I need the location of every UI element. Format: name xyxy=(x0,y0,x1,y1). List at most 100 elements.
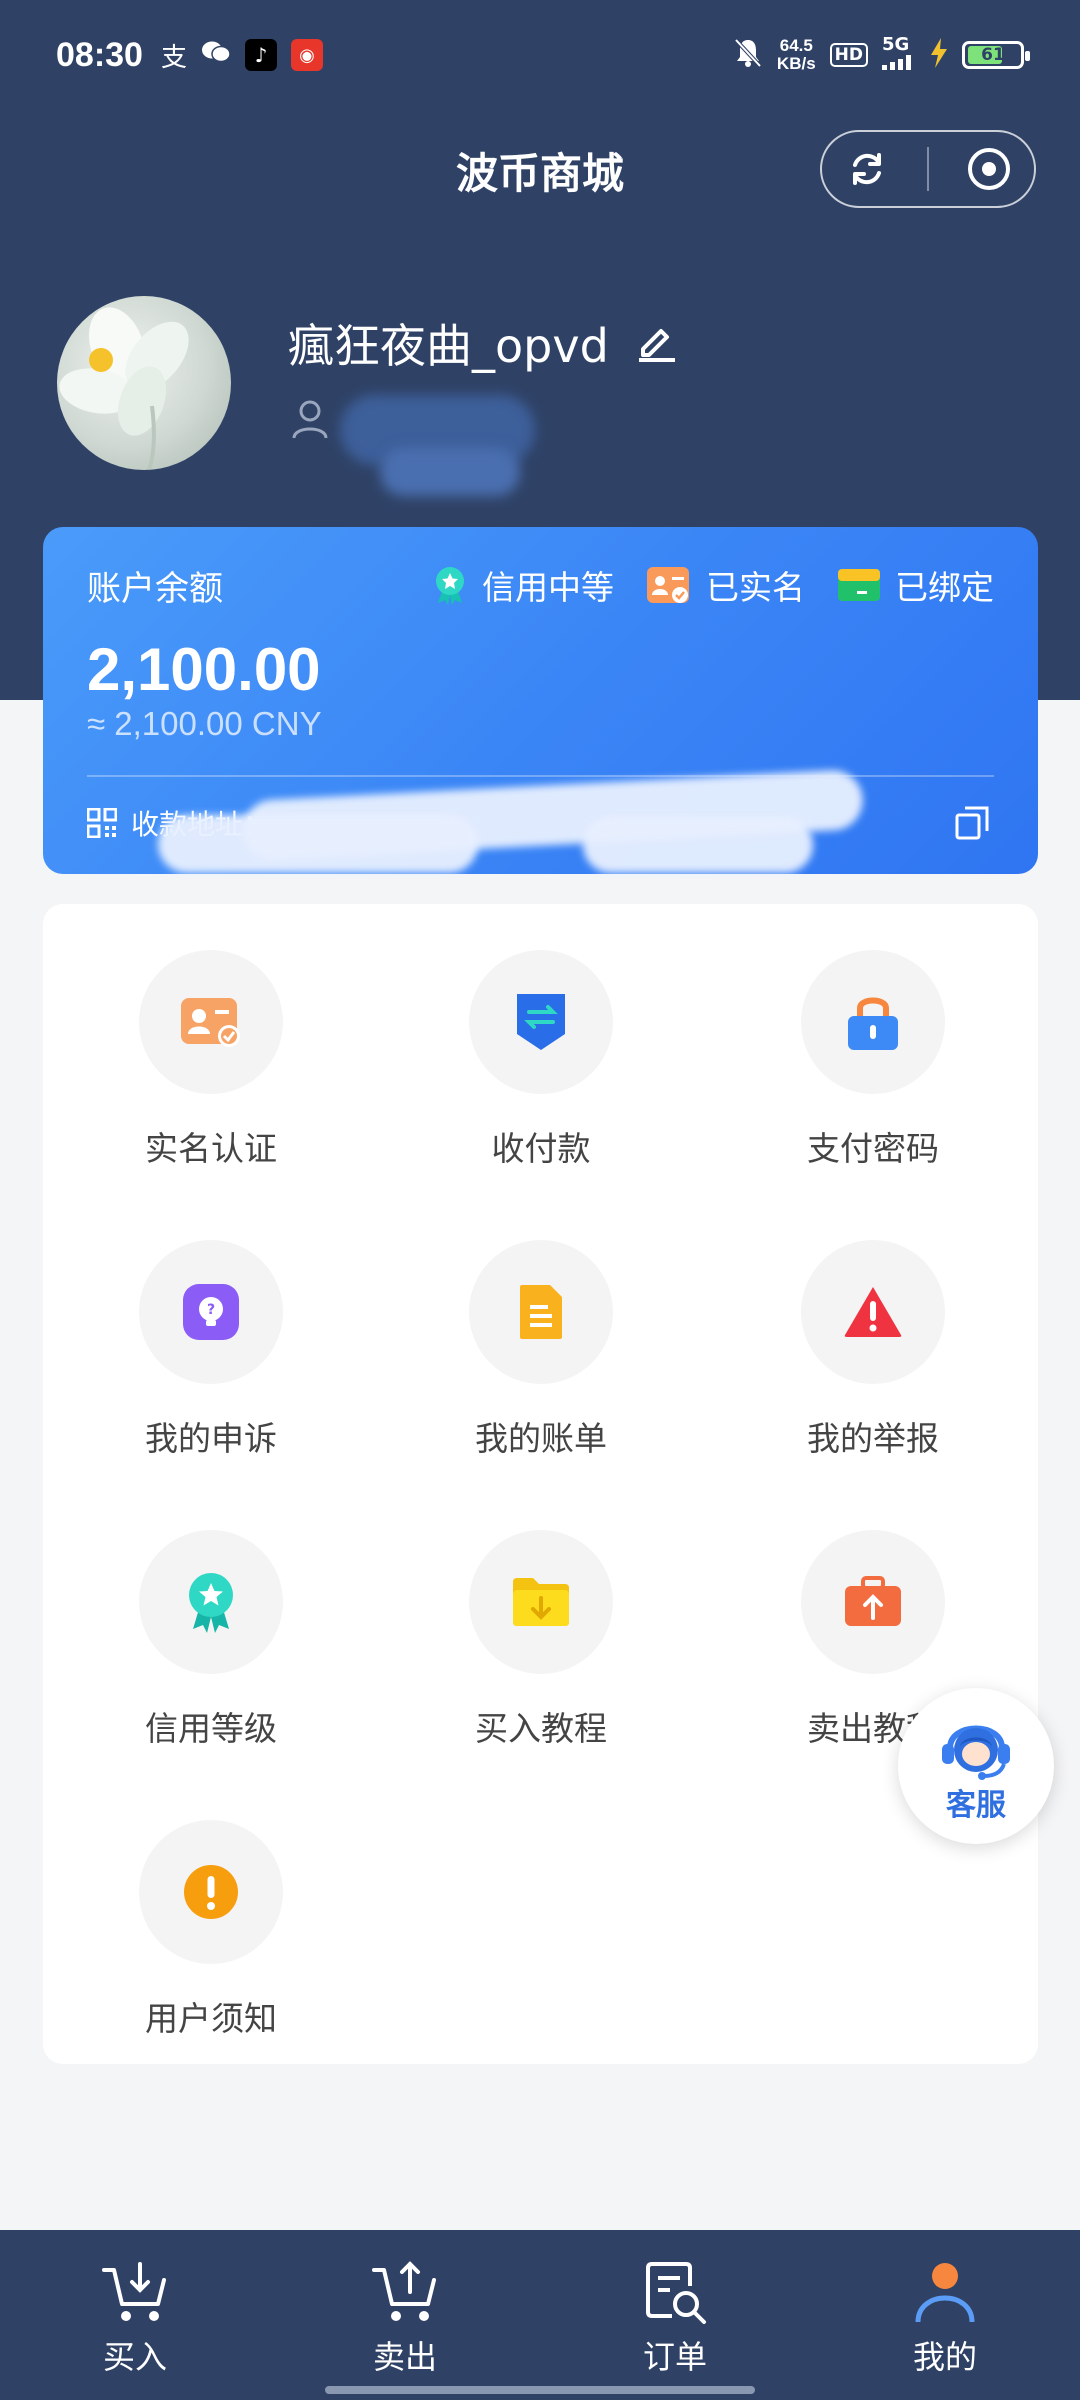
notice-icon xyxy=(184,1865,238,1919)
nav-label-buy: 买入 xyxy=(102,2338,167,2376)
transfer-icon xyxy=(517,994,565,1050)
grid-item-transfer[interactable]: 收付款 xyxy=(421,950,661,1170)
verified-badge-label: 已实名 xyxy=(706,568,805,607)
appeal-icon: ? xyxy=(183,1284,239,1340)
status-indicators: 64.5 KB/s HD 5G 61 xyxy=(733,36,1030,74)
cart-download-icon xyxy=(102,2262,166,2321)
bottom-nav: 买入 卖出 订单 我的 xyxy=(0,2230,1080,2400)
user-outline-icon xyxy=(292,400,328,439)
charging-bolt-icon xyxy=(930,38,948,72)
id-verify-icon xyxy=(181,998,240,1047)
id-card-icon xyxy=(647,567,689,603)
credit-badge-label: 信用中等 xyxy=(482,568,614,607)
grid-label-credit-level: 信用等级 xyxy=(145,1709,277,1748)
balance-card: 账户余额 信用中等 已实名 已绑定 2,100.00 ≈ 2,100.00 CN… xyxy=(43,527,1038,874)
balance-cny: ≈ 2,100.00 CNY xyxy=(87,705,322,742)
cart-upload-icon xyxy=(372,2261,436,2321)
grid-item-credit-level[interactable]: 信用等级 xyxy=(91,1530,331,1750)
refresh-icon xyxy=(853,153,881,185)
target-circle-icon xyxy=(968,148,1010,190)
credit-badge[interactable]: 信用中等 xyxy=(432,561,614,609)
nav-item-sell[interactable]: 卖出 xyxy=(270,2230,540,2400)
nav-item-orders[interactable]: 订单 xyxy=(540,2230,810,2400)
redacted-user-id-tail xyxy=(380,448,520,496)
headset-agent-icon xyxy=(942,1725,1010,1780)
edit-icon[interactable] xyxy=(635,319,679,367)
svg-text:?: ? xyxy=(207,1302,215,1318)
refresh-button[interactable] xyxy=(837,139,897,199)
net-speed: 64.5 KB/s xyxy=(777,37,816,73)
grid-item-bill[interactable]: 我的账单 xyxy=(421,1240,661,1460)
grid-item-appeal[interactable]: ? 我的申诉 xyxy=(91,1240,331,1460)
username-row: 瘋狂夜曲_opvd xyxy=(288,310,679,376)
wechat-icon xyxy=(201,39,231,72)
battery-icon: 61 xyxy=(962,41,1030,69)
flower-avatar-icon xyxy=(59,307,189,470)
hd-badge: HD xyxy=(829,43,868,67)
grid-label-pay-password: 支付密码 xyxy=(807,1129,939,1168)
nav-label-mine: 我的 xyxy=(912,2338,977,2376)
grid-item-real-name[interactable]: 实名认证 xyxy=(91,950,331,1170)
grid-item-pay-password[interactable]: 支付密码 xyxy=(753,950,993,1170)
user-id-row xyxy=(290,398,330,440)
red-app-icon: ◉ xyxy=(290,39,323,71)
grid-label-buy-guide: 买入教程 xyxy=(475,1709,607,1748)
mute-bell-icon xyxy=(733,37,763,73)
sell-guide-icon xyxy=(845,1576,901,1626)
net-speed-unit: KB/s xyxy=(776,54,816,73)
grid-label-real-name: 实名认证 xyxy=(145,1129,277,1168)
close-miniapp-button[interactable] xyxy=(959,139,1019,199)
customer-service-button[interactable]: 客服 xyxy=(898,1688,1054,1844)
net-speed-value: 64.5 xyxy=(779,36,813,55)
network-type: 5G xyxy=(882,34,910,55)
grid-item-notice[interactable]: 用户须知 xyxy=(91,1820,331,2040)
account-badges: 信用中等 已实名 已绑定 xyxy=(432,561,994,609)
balance-label: 账户余额 xyxy=(87,569,223,609)
username: 瘋狂夜曲_opvd xyxy=(288,319,609,373)
status-time: 08:30 xyxy=(56,35,143,74)
grid-item-report[interactable]: 我的举报 xyxy=(753,1240,993,1460)
alipay-icon: 支 xyxy=(160,42,187,73)
title-bar: 波币商城 xyxy=(0,120,1080,220)
function-grid: 实名认证 收付款 支付密码 ? 我的申诉 我的账单 我的举报 信用等级 买入教程… xyxy=(43,904,1038,2064)
miniapp-capsule xyxy=(820,130,1036,208)
nav-label-sell: 卖出 xyxy=(372,2338,437,2376)
buy-guide-icon xyxy=(513,1578,569,1626)
grid-label-bill: 我的账单 xyxy=(475,1419,607,1458)
status-bar: 08:30 支 ♪ ◉ 64.5 KB/s HD 5G 61 xyxy=(0,0,1080,110)
order-search-icon xyxy=(646,2262,706,2324)
nav-item-buy[interactable]: 买入 xyxy=(0,2230,270,2400)
user-icon xyxy=(915,2263,975,2323)
status-app-icons: 支 ♪ ◉ xyxy=(161,37,323,74)
redacted-address-part xyxy=(158,815,478,873)
credit-medal-icon xyxy=(189,1573,233,1633)
bill-icon xyxy=(520,1285,562,1339)
bound-badge-label: 已绑定 xyxy=(895,568,994,607)
network-signal: 5G xyxy=(882,36,916,74)
redacted-address-tail xyxy=(583,817,813,873)
avatar[interactable] xyxy=(57,296,231,470)
grid-label-appeal: 我的申诉 xyxy=(145,1419,277,1458)
battery-level: 61 xyxy=(981,45,1005,65)
copy-address-button[interactable] xyxy=(950,801,994,845)
grid-label-transfer: 收付款 xyxy=(491,1129,591,1168)
bound-badge[interactable]: 已绑定 xyxy=(837,561,994,609)
medal-icon xyxy=(436,567,464,605)
grid-label-notice: 用户须知 xyxy=(145,1999,277,2038)
signal-bars-icon xyxy=(882,55,911,70)
tiktok-icon: ♪ xyxy=(244,39,277,71)
nav-label-orders: 订单 xyxy=(642,2338,707,2376)
bank-card-icon xyxy=(838,569,880,601)
customer-service-label: 客服 xyxy=(946,1788,1006,1823)
card-divider xyxy=(87,775,994,777)
qr-code-icon xyxy=(87,808,117,838)
warning-icon xyxy=(844,1287,902,1337)
verified-badge[interactable]: 已实名 xyxy=(646,561,805,609)
nav-item-mine[interactable]: 我的 xyxy=(810,2230,1080,2400)
page-title: 波币商城 xyxy=(455,148,624,198)
home-indicator[interactable] xyxy=(325,2386,755,2394)
copy-icon xyxy=(955,806,989,840)
grid-item-buy-guide[interactable]: 买入教程 xyxy=(421,1530,661,1750)
balance-value: 2,100.00 xyxy=(87,636,321,703)
lock-icon xyxy=(848,997,898,1050)
